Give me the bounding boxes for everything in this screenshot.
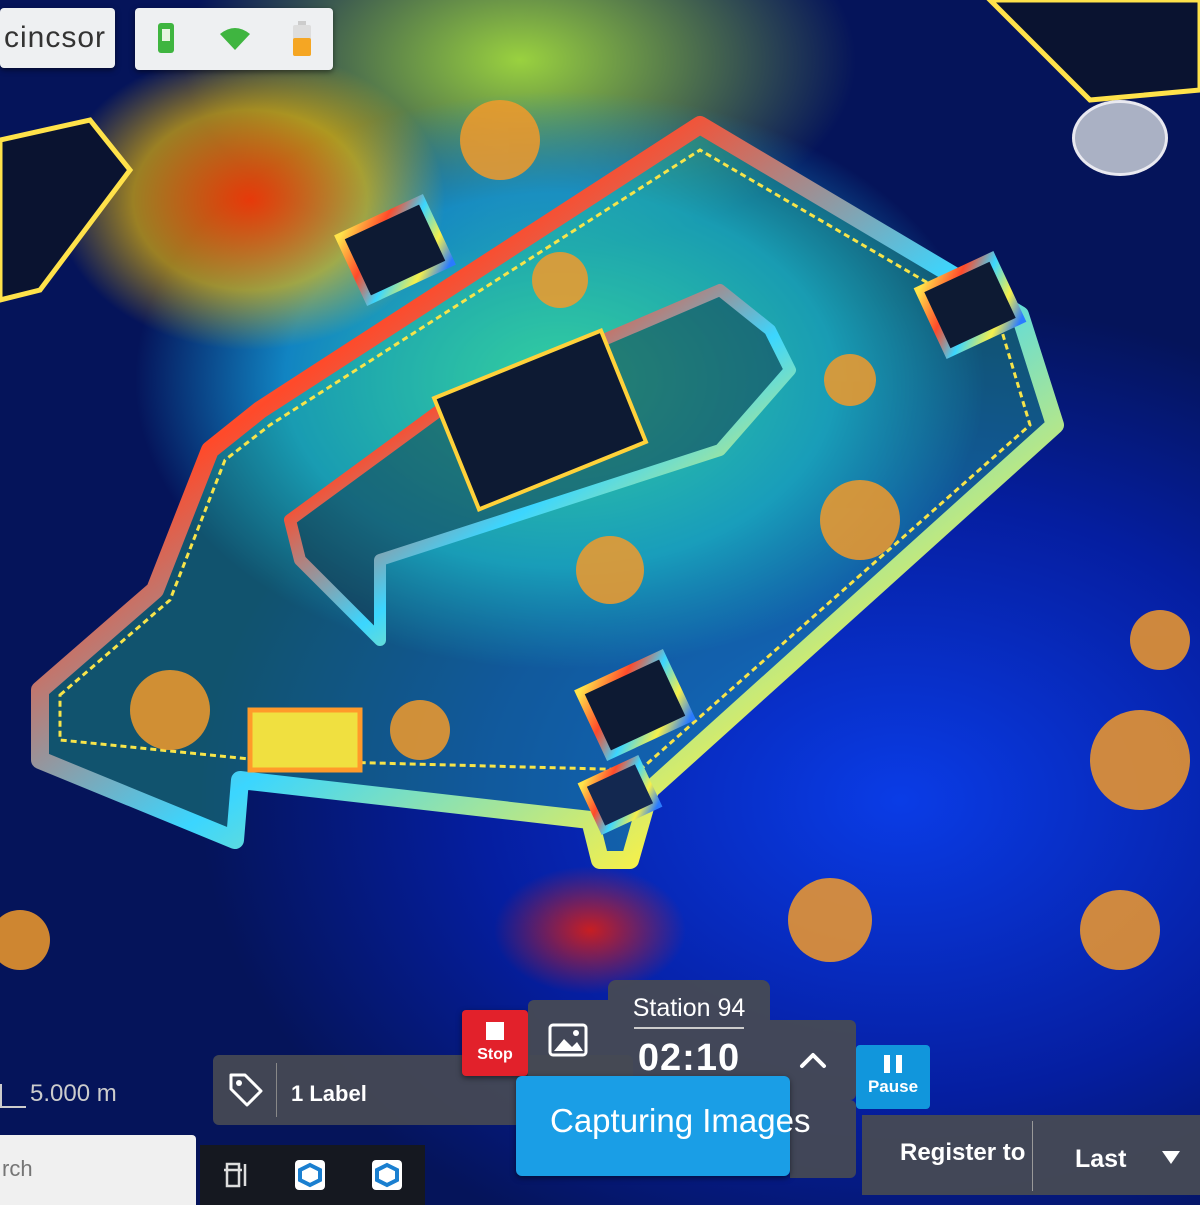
- register-select-value[interactable]: Last: [1075, 1145, 1126, 1174]
- app-icon[interactable]: [293, 1158, 327, 1192]
- station-timer: 02:10: [637, 1037, 741, 1079]
- scale-label: 5.000 m: [30, 1080, 117, 1107]
- device-icon: [157, 23, 174, 53]
- register-bar[interactable]: Register to Last: [862, 1115, 1200, 1195]
- label-bar-divider: [276, 1063, 277, 1117]
- device-name-panel[interactable]: cincsor: [0, 8, 115, 68]
- device-name: cincsor: [4, 21, 107, 54]
- pause-icon: [884, 1055, 902, 1073]
- wifi-icon: [219, 28, 250, 50]
- tower-nw: [334, 193, 456, 307]
- taskbar: [200, 1145, 425, 1205]
- station-panel: Station 94 02:10: [608, 980, 770, 1090]
- label-count[interactable]: 1 Label: [291, 1081, 367, 1107]
- map-marker[interactable]: [1072, 100, 1168, 176]
- stop-label: Stop: [477, 1046, 513, 1063]
- capturing-status-banner: Capturing Images: [516, 1076, 810, 1176]
- caret-down-icon[interactable]: [1162, 1151, 1180, 1164]
- battery-icon: [293, 21, 312, 56]
- stop-button[interactable]: Stop: [462, 1010, 528, 1076]
- station-name: Station 94: [632, 994, 746, 1022]
- nearby-structure-north: [986, 0, 1200, 103]
- search-input[interactable]: [0, 1143, 184, 1195]
- station-divider: [634, 1027, 744, 1029]
- scale-bar: [0, 1084, 26, 1108]
- image-icon: [548, 1023, 588, 1057]
- status-panel: [135, 8, 333, 70]
- pause-label: Pause: [867, 1077, 919, 1096]
- capturing-status-text: Capturing Images: [550, 1102, 811, 1139]
- panel-icon[interactable]: [221, 1160, 251, 1190]
- chevron-up-icon: [800, 1053, 826, 1068]
- map-scale: 5.000 m: [0, 1080, 117, 1108]
- image-button[interactable]: [528, 1000, 608, 1080]
- register-label: Register to: [900, 1139, 1026, 1166]
- tag-icon[interactable]: [227, 1071, 265, 1109]
- annex-building: [247, 707, 363, 773]
- pause-button[interactable]: Pause: [856, 1045, 930, 1109]
- register-divider: [1032, 1121, 1033, 1191]
- stop-icon: [486, 1022, 504, 1040]
- search-box[interactable]: [0, 1135, 196, 1205]
- app-icon[interactable]: [370, 1158, 404, 1192]
- nearby-structure-west: [0, 117, 134, 303]
